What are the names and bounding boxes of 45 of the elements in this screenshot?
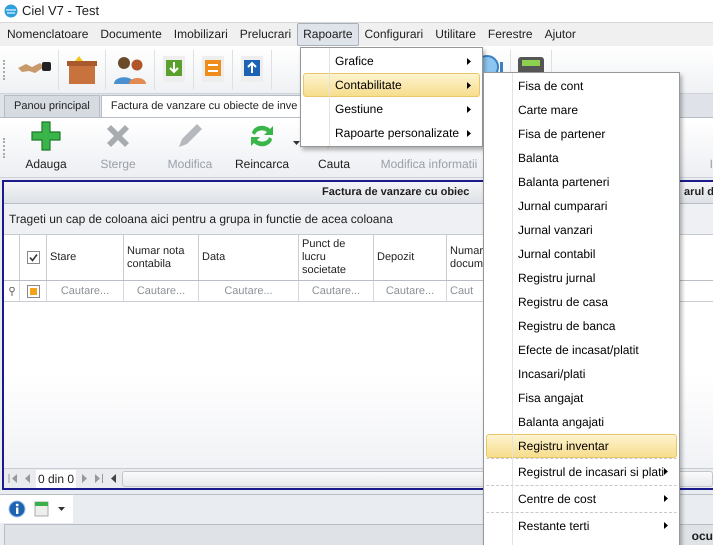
column-header[interactable]: Stare — [47, 235, 124, 280]
menu-item[interactable]: Grafice — [303, 49, 480, 73]
menu-item[interactable]: Incasari/plati — [486, 362, 677, 386]
menu-item[interactable]: Jurnal cumparari — [486, 194, 677, 218]
menu-item[interactable]: Ferestre — [482, 23, 539, 46]
toolbar-button[interactable]: Reincarca — [226, 119, 298, 177]
grid-title: Factura de vanzare cu obiec — [322, 185, 470, 200]
menu-item[interactable]: Rapoarte — [297, 23, 358, 46]
menu-item[interactable]: Registru de casa — [486, 290, 677, 314]
menu-item[interactable]: Balanta — [486, 146, 677, 170]
menu-item[interactable]: Nomenclatoare — [1, 23, 94, 46]
menu-item[interactable]: Registru de banca — [486, 314, 677, 338]
column-header[interactable]: Numar nota contabila — [124, 235, 199, 280]
menu-item[interactable]: Imobilizari — [168, 23, 234, 46]
menu-item[interactable]: Fisa de cont — [486, 74, 677, 98]
menu-item[interactable]: Centre de cost — [486, 485, 677, 512]
toolbar-button[interactable]: Adauga — [10, 119, 82, 177]
column-header[interactable]: Data — [199, 235, 299, 280]
menu-item[interactable]: Utilitare — [429, 23, 482, 46]
menu-item[interactable]: Fisa angajat — [486, 386, 677, 410]
grid-title: arul d — [684, 185, 713, 200]
menu-item[interactable]: Balanta parteneri — [486, 170, 677, 194]
menu-item[interactable]: Jurnal contabil — [486, 242, 677, 266]
menu-item[interactable]: Fisa de partener — [486, 122, 677, 146]
column-header[interactable]: Depozit — [374, 235, 447, 280]
menu-item[interactable]: Contabilitate — [303, 73, 480, 97]
window-title: Ciel V7 - Test — [22, 2, 100, 20]
menu-item[interactable]: Rapoarte personalizate — [303, 121, 480, 145]
menu-item[interactable]: Carte mare — [486, 98, 677, 122]
menu-item[interactable]: Ajutor — [538, 23, 582, 46]
column-header[interactable]: Punct de lucru societate — [299, 235, 374, 280]
menu-item[interactable]: Documente — [94, 23, 168, 46]
menu-item[interactable]: Registru jurnal — [486, 266, 677, 290]
menu-item[interactable]: Jurnal vanzari — [486, 218, 677, 242]
page-counter: 0 din 0 — [36, 470, 76, 488]
menu-item[interactable]: Prelucrari — [234, 23, 298, 46]
menu-item[interactable]: Configurari — [358, 23, 430, 46]
menu-item[interactable]: Registrul de incasari si plati — [486, 458, 677, 485]
panel-title: ocu — [692, 528, 713, 545]
menu-item[interactable]: Efecte de incasat/platit — [486, 338, 677, 362]
menu-item[interactable]: Balanta angajati — [486, 410, 677, 434]
tab[interactable]: Panou principal — [4, 95, 100, 117]
menu-item[interactable]: Restante terti — [486, 512, 677, 539]
menu-item[interactable]: Registru inventar — [486, 434, 677, 458]
group-by-hint: Trageti un cap de coloana aici pentru a grupa in functie de acea coloana — [9, 211, 393, 228]
